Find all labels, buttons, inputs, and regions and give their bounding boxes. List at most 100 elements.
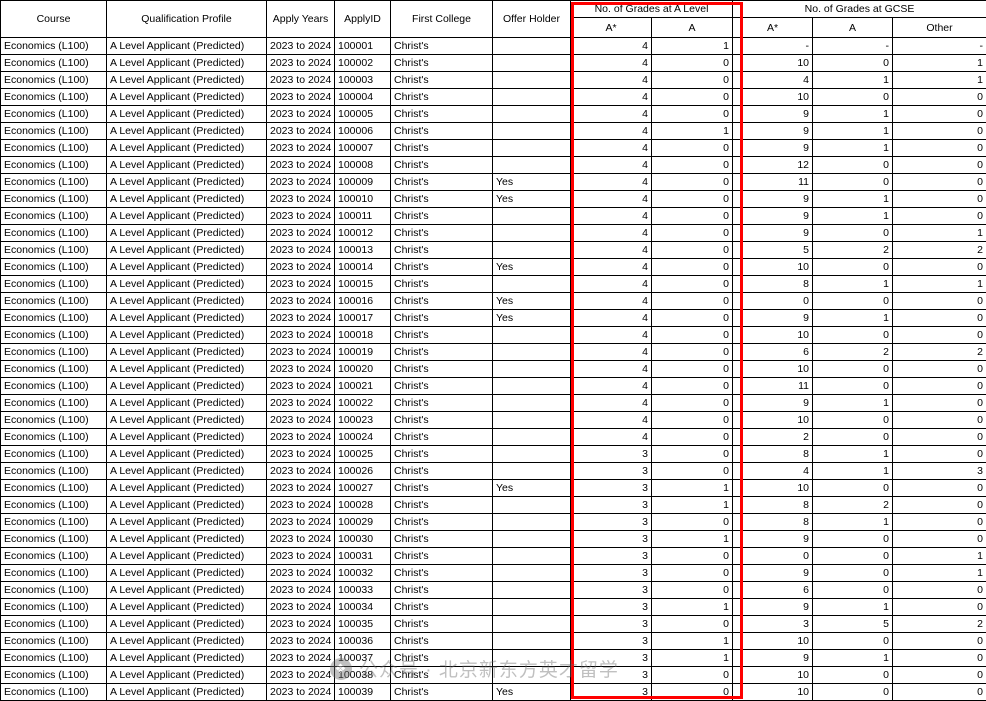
cell-r15-c6[interactable] [492,275,571,293]
cell-r37-c1[interactable]: Economics (L100) [0,649,107,667]
cell-r24-c7[interactable]: 4 [570,428,652,446]
cell-r35-c9[interactable]: 3 [732,615,814,633]
cell-r20-c11[interactable]: 0 [892,360,986,378]
cell-r35-c7[interactable]: 3 [570,615,652,633]
cell-r7-c11[interactable]: 0 [892,139,986,157]
cell-r29-c7[interactable]: 3 [570,513,652,531]
cell-r5-c11[interactable]: 0 [892,105,986,123]
cell-r16-c6[interactable]: Yes [492,292,571,310]
cell-r21-c2[interactable]: A Level Applicant (Predicted) [106,377,267,395]
cell-r39-c6[interactable]: Yes [492,683,571,701]
cell-r19-c5[interactable]: Christ's [390,343,493,361]
cell-r28-c11[interactable]: 0 [892,496,986,514]
cell-r10-c11[interactable]: 0 [892,190,986,208]
cell-r38-c3[interactable]: 2023 to 2024 [266,666,335,684]
cell-r21-c11[interactable]: 0 [892,377,986,395]
cell-r3-c2[interactable]: A Level Applicant (Predicted) [106,71,267,89]
cell-r37-c10[interactable]: 1 [812,649,894,667]
cell-r11-c4[interactable]: 100011 [334,207,391,225]
cell-r9-c10[interactable]: 0 [812,173,894,191]
cell-r2-c8[interactable]: 0 [650,54,734,72]
table-row[interactable]: Economics (L100) A Level Applicant (Predi… [0,683,986,701]
cell-r18-c6[interactable] [492,326,571,344]
cell-r38-c1[interactable]: Economics (L100) [0,666,107,684]
cell-r7-c4[interactable]: 100007 [334,139,391,157]
cell-r35-c5[interactable]: Christ's [390,615,493,633]
cell-r14-c6[interactable]: Yes [492,258,571,276]
cell-r21-c1[interactable]: Economics (L100) [0,377,107,395]
cell-r5-c7[interactable]: 4 [570,105,652,123]
table-row[interactable]: Economics (L100) A Level Applicant (Predi… [0,496,986,514]
cell-r31-c4[interactable]: 100031 [334,547,391,565]
cell-r7-c5[interactable]: Christ's [390,139,493,157]
cell-r19-c1[interactable]: Economics (L100) [0,343,107,361]
cell-r22-c3[interactable]: 2023 to 2024 [266,394,335,412]
cell-r22-c10[interactable]: 1 [812,394,894,412]
cell-r25-c7[interactable]: 3 [570,445,652,463]
cell-r9-c5[interactable]: Christ's [390,173,493,191]
cell-r3-c5[interactable]: Christ's [390,71,493,89]
cell-r37-c11[interactable]: 0 [892,649,986,667]
cell-r26-c3[interactable]: 2023 to 2024 [266,462,335,480]
cell-r36-c11[interactable]: 0 [892,632,986,650]
cell-r2-c3[interactable]: 2023 to 2024 [266,54,335,72]
cell-r39-c7[interactable]: 3 [570,683,652,701]
cell-r38-c10[interactable]: 0 [812,666,894,684]
cell-r29-c9[interactable]: 8 [732,513,814,531]
cell-r31-c3[interactable]: 2023 to 2024 [266,547,335,565]
cell-r22-c5[interactable]: Christ's [390,394,493,412]
cell-r22-c1[interactable]: Economics (L100) [0,394,107,412]
cell-r19-c8[interactable]: 0 [650,343,734,361]
cell-r21-c8[interactable]: 0 [650,377,734,395]
cell-r39-c9[interactable]: 10 [732,683,814,701]
cell-r13-c8[interactable]: 0 [650,241,734,259]
cell-r3-c4[interactable]: 100003 [334,71,391,89]
cell-r2-c9[interactable]: 10 [732,54,814,72]
cell-r27-c2[interactable]: A Level Applicant (Predicted) [106,479,267,497]
cell-r10-c7[interactable]: 4 [570,190,652,208]
cell-r11-c6[interactable] [492,207,571,225]
cell-r30-c11[interactable]: 0 [892,530,986,548]
cell-r37-c9[interactable]: 9 [732,649,814,667]
cell-r10-c8[interactable]: 0 [650,190,734,208]
cell-r8-c6[interactable] [492,156,571,174]
cell-r33-c5[interactable]: Christ's [390,581,493,599]
cell-r21-c7[interactable]: 4 [570,377,652,395]
cell-r36-c7[interactable]: 3 [570,632,652,650]
cell-r26-c7[interactable]: 3 [570,462,652,480]
cell-r21-c5[interactable]: Christ's [390,377,493,395]
cell-r32-c1[interactable]: Economics (L100) [0,564,107,582]
table-row[interactable]: Economics (L100) A Level Applicant (Predi… [0,173,986,191]
column-header-offer-holder[interactable]: Offer Holder [492,0,571,38]
cell-r20-c2[interactable]: A Level Applicant (Predicted) [106,360,267,378]
cell-r19-c2[interactable]: A Level Applicant (Predicted) [106,343,267,361]
cell-r24-c8[interactable]: 0 [650,428,734,446]
cell-r8-c4[interactable]: 100008 [334,156,391,174]
table-row[interactable]: Economics (L100) A Level Applicant (Predi… [0,224,986,242]
cell-r17-c8[interactable]: 0 [650,309,734,327]
cell-r16-c7[interactable]: 4 [570,292,652,310]
cell-r17-c1[interactable]: Economics (L100) [0,309,107,327]
cell-r4-c2[interactable]: A Level Applicant (Predicted) [106,88,267,106]
cell-r32-c7[interactable]: 3 [570,564,652,582]
cell-r33-c2[interactable]: A Level Applicant (Predicted) [106,581,267,599]
cell-r37-c5[interactable]: Christ's [390,649,493,667]
cell-r34-c3[interactable]: 2023 to 2024 [266,598,335,616]
cell-r31-c2[interactable]: A Level Applicant (Predicted) [106,547,267,565]
cell-r18-c5[interactable]: Christ's [390,326,493,344]
column-header-gcse-other[interactable]: Other [892,17,986,38]
cell-r36-c2[interactable]: A Level Applicant (Predicted) [106,632,267,650]
cell-r15-c5[interactable]: Christ's [390,275,493,293]
cell-r13-c10[interactable]: 2 [812,241,894,259]
cell-r11-c7[interactable]: 4 [570,207,652,225]
cell-r17-c10[interactable]: 1 [812,309,894,327]
cell-r20-c7[interactable]: 4 [570,360,652,378]
cell-r15-c10[interactable]: 1 [812,275,894,293]
table-row[interactable]: Economics (L100) A Level Applicant (Predi… [0,156,986,174]
cell-r29-c1[interactable]: Economics (L100) [0,513,107,531]
column-header-course[interactable]: Course [0,0,107,38]
table-row[interactable]: Economics (L100) A Level Applicant (Predi… [0,564,986,582]
column-header-gcse-a[interactable]: A [812,17,894,38]
cell-r5-c2[interactable]: A Level Applicant (Predicted) [106,105,267,123]
cell-r30-c10[interactable]: 0 [812,530,894,548]
